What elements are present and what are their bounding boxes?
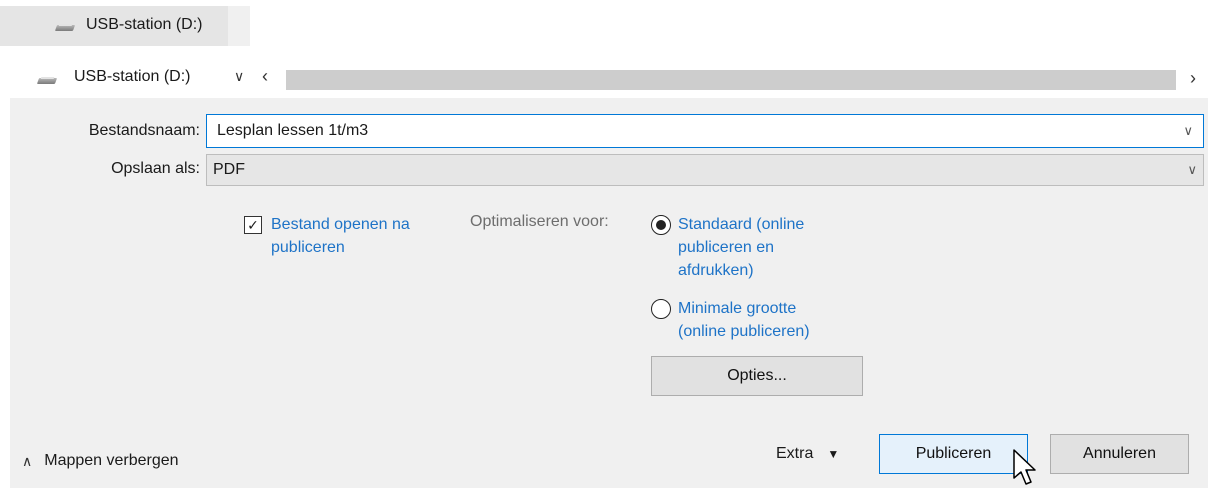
chevron-down-icon[interactable]: ∨	[1183, 123, 1193, 139]
location-row: USB-station (D:) ∨ ‹ ›	[0, 62, 1208, 98]
usb-drive-icon	[36, 76, 58, 86]
save-as-value: PDF	[213, 161, 245, 178]
save-as-label: Opslaan als:	[111, 160, 200, 177]
tree-item-label: USB-station (D:)	[86, 16, 203, 33]
standard-line1: Standaard (online	[678, 216, 805, 233]
optimize-label: Optimaliseren voor:	[470, 213, 609, 230]
scroll-left-button[interactable]: ‹	[262, 66, 268, 87]
open-after-publish-checkbox[interactable]: ✓	[244, 216, 262, 234]
usb-drive-icon	[54, 23, 76, 33]
minimal-size-radio-label[interactable]: Minimale grootte (online publiceren)	[678, 297, 810, 343]
publish-button[interactable]: Publiceren	[879, 434, 1028, 474]
minimal-line1: Minimale grootte	[678, 300, 797, 317]
hide-folders-toggle[interactable]: ∧ Mappen verbergen	[22, 452, 179, 470]
standard-radio[interactable]	[651, 215, 671, 235]
scroll-right-button[interactable]: ›	[1190, 68, 1196, 89]
minimal-size-radio[interactable]	[651, 299, 671, 319]
chevron-down-icon: ∨	[1187, 162, 1197, 177]
location-label[interactable]: USB-station (D:)	[74, 68, 190, 86]
tree-edge	[228, 6, 250, 46]
open-after-line2: publiceren	[271, 239, 345, 256]
tools-label: Extra	[776, 445, 814, 462]
standard-line3: afdrukken)	[678, 262, 754, 279]
open-after-line1: Bestand openen na	[271, 216, 410, 233]
options-button[interactable]: Opties...	[651, 356, 863, 396]
horizontal-scrollbar[interactable]	[286, 70, 1176, 90]
standard-radio-label[interactable]: Standaard (online publiceren en afdrukke…	[678, 213, 804, 282]
mouse-cursor-icon	[1013, 449, 1036, 485]
chevron-up-icon: ∧	[22, 452, 33, 469]
minimal-line2: (online publiceren)	[678, 323, 810, 340]
save-as-select[interactable]: PDF ∨	[206, 154, 1204, 186]
open-after-publish-label[interactable]: Bestand openen na publiceren	[271, 213, 410, 259]
hide-folders-label: Mappen verbergen	[44, 452, 179, 469]
standard-line2: publiceren en	[678, 239, 775, 256]
caret-down-icon: ▼	[827, 447, 840, 461]
tools-menu-button[interactable]: Extra ▼	[776, 445, 839, 463]
tree-item-usb-station[interactable]: USB-station (D:)	[0, 6, 250, 46]
filename-value: Lesplan lessen 1t/m3	[217, 122, 369, 139]
filename-input[interactable]: Lesplan lessen 1t/m3 ∨	[206, 114, 1204, 148]
chevron-down-icon[interactable]: ∨	[234, 68, 244, 85]
checkmark-icon: ✓	[247, 217, 259, 233]
radio-selected-dot	[656, 220, 666, 230]
filename-label: Bestandsnaam:	[88, 122, 200, 139]
cancel-button[interactable]: Annuleren	[1050, 434, 1189, 474]
